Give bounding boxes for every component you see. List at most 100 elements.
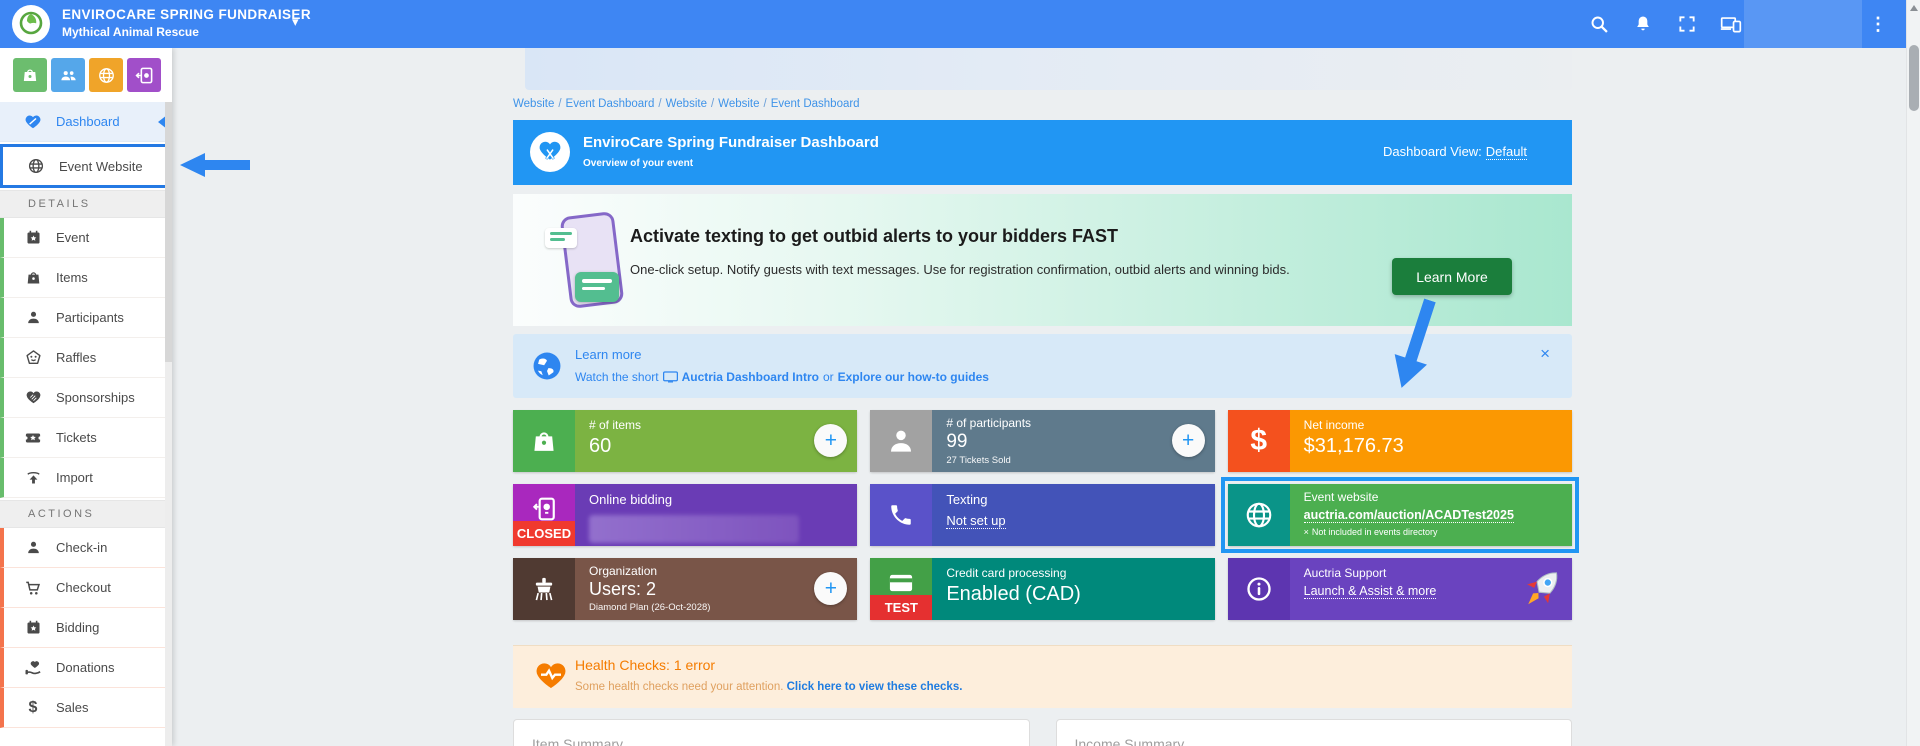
event-switcher-caret[interactable]: ▾ bbox=[292, 14, 299, 30]
quick-launch-button[interactable] bbox=[127, 58, 161, 92]
event-website-url-link[interactable]: auctria.com/auction/ACADTest2025 bbox=[1304, 508, 1514, 523]
event-name: ENVIROCARE SPRING FUNDRAISER bbox=[62, 7, 311, 22]
tile-net-income[interactable]: $ Net income $31,176.73 bbox=[1228, 410, 1572, 472]
cross-icon: × bbox=[1304, 527, 1309, 537]
shopping-bag-icon bbox=[21, 66, 39, 84]
tile-label: Texting bbox=[946, 492, 1202, 507]
envirocare-logo-icon bbox=[15, 8, 47, 40]
promo-heading: Activate texting to get outbid alerts to… bbox=[630, 226, 1118, 247]
dashboard-intro-link[interactable]: Auctria Dashboard Intro bbox=[682, 370, 819, 384]
tile-event-website[interactable]: Event website auctria.com/auction/ACADTe… bbox=[1228, 484, 1572, 546]
breadcrumb: Website/Event Dashboard/Website/Website/… bbox=[513, 98, 860, 110]
sidebar-item-event[interactable]: Event bbox=[0, 218, 172, 258]
quick-items-button[interactable] bbox=[13, 58, 47, 92]
sidebar-item-participants[interactable]: Participants bbox=[0, 298, 172, 338]
quick-website-button[interactable] bbox=[89, 58, 123, 92]
texting-status-link[interactable]: Not set up bbox=[946, 513, 1005, 529]
globe-icon bbox=[97, 66, 116, 85]
breadcrumb-link[interactable]: Event Dashboard bbox=[566, 98, 655, 110]
tile-texting[interactable]: Texting Not set up bbox=[870, 484, 1214, 546]
sidebar-item-dashboard[interactable]: Dashboard bbox=[0, 102, 172, 142]
ticket-icon bbox=[24, 429, 42, 447]
health-checks-title: Health Checks: 1 error bbox=[575, 657, 715, 673]
breadcrumb-link[interactable]: Website bbox=[718, 98, 759, 110]
sidebar-section-actions: ACTIONS bbox=[0, 500, 172, 528]
breadcrumb-link[interactable]: Website bbox=[666, 98, 707, 110]
notifications-bell-icon[interactable] bbox=[1632, 13, 1654, 35]
view-checks-link[interactable]: Click here to view these checks. bbox=[787, 681, 963, 693]
breadcrumb-link[interactable]: Website bbox=[513, 98, 554, 110]
scrollbar-up-arrow-icon[interactable] bbox=[1910, 5, 1918, 11]
sidebar-scrollbar-thumb[interactable] bbox=[165, 102, 172, 362]
tile-label: # of items bbox=[589, 418, 845, 432]
org-logo[interactable] bbox=[12, 5, 50, 43]
sidebar-item-bidding[interactable]: Bidding bbox=[0, 608, 172, 648]
tile-icon-panel bbox=[1228, 484, 1290, 546]
globe-icon bbox=[530, 349, 564, 388]
learn-more-button[interactable]: Learn More bbox=[1392, 258, 1512, 295]
learn-more-line: Watch the short Auctria Dashboard Intro … bbox=[575, 370, 989, 384]
quick-participants-button[interactable] bbox=[51, 58, 85, 92]
sidebar-item-sponsorships[interactable]: Sponsorships bbox=[0, 378, 172, 418]
close-icon[interactable]: × bbox=[1540, 344, 1550, 364]
sidebar-item-donations[interactable]: Donations bbox=[0, 648, 172, 688]
upload-arrow-icon bbox=[24, 469, 42, 487]
search-icon[interactable] bbox=[1588, 13, 1610, 35]
tile-icon-panel bbox=[1228, 558, 1290, 620]
sidebar-scrollbar[interactable] bbox=[165, 102, 172, 746]
tile-subtext: Diamond Plan (26-Oct-2028) bbox=[589, 602, 845, 613]
sidebar-item-check-in[interactable]: Check-in bbox=[0, 528, 172, 568]
promo-body: One-click setup. Notify guests with text… bbox=[630, 262, 1290, 277]
sidebar-item-raffles[interactable]: Raffles bbox=[0, 338, 172, 378]
tile-label: Event website bbox=[1304, 490, 1560, 504]
learn-more-prefix: Watch the short bbox=[575, 370, 659, 384]
sidebar-item-sales[interactable]: $ Sales bbox=[0, 688, 172, 728]
breadcrumb-separator: / bbox=[764, 98, 767, 110]
sidebar-item-label: Event Website bbox=[59, 159, 143, 174]
breadcrumb-link[interactable]: Event Dashboard bbox=[771, 98, 860, 110]
tile-organization[interactable]: Organization Users: 2 Diamond Plan (26-O… bbox=[513, 558, 857, 620]
support-launch-link[interactable]: Launch & Assist & more bbox=[1304, 584, 1437, 599]
sidebar-item-import[interactable]: Import bbox=[0, 458, 172, 498]
shopping-bag-icon bbox=[530, 427, 558, 455]
ribbon-heart-icon bbox=[530, 132, 570, 172]
page-scrollbar[interactable] bbox=[1906, 0, 1920, 746]
tile-online-bidding[interactable]: CLOSED Online bidding bbox=[513, 484, 857, 546]
tile-number-of-participants[interactable]: # of participants 99 27 Tickets Sold + bbox=[870, 410, 1214, 472]
add-participant-button[interactable]: + bbox=[1172, 424, 1205, 457]
breadcrumb-separator: / bbox=[711, 98, 714, 110]
header-titles: ENVIROCARE SPRING FUNDRAISER Mythical An… bbox=[62, 7, 311, 39]
scrollbar-thumb[interactable] bbox=[1909, 45, 1919, 111]
devices-icon[interactable] bbox=[1720, 13, 1742, 35]
header-actions: ⋮ bbox=[1588, 0, 1902, 48]
tile-label: # of participants bbox=[946, 416, 1202, 430]
sidebar-item-event-website[interactable]: Event Website bbox=[3, 147, 169, 185]
test-mode-badge: TEST bbox=[870, 595, 932, 620]
tile-number-of-items[interactable]: # of items 60 + bbox=[513, 410, 857, 472]
calendar-star-icon bbox=[24, 229, 42, 247]
person-icon bbox=[24, 309, 42, 327]
credit-card-icon bbox=[887, 569, 915, 597]
breadcrumb-separator: / bbox=[558, 98, 561, 110]
sidebar-item-checkout[interactable]: Checkout bbox=[0, 568, 172, 608]
sidebar-item-tickets[interactable]: Tickets bbox=[0, 418, 172, 458]
sidebar-item-items[interactable]: Items bbox=[0, 258, 172, 298]
page-title: EnviroCare Spring Fundraiser Dashboard bbox=[583, 134, 879, 151]
fullscreen-icon[interactable] bbox=[1676, 13, 1698, 35]
tile-note-text: Not included in events directory bbox=[1312, 527, 1438, 537]
dashboard-view-value[interactable]: Default bbox=[1486, 144, 1527, 160]
health-heart-icon bbox=[535, 660, 567, 697]
bidding-device-icon bbox=[531, 496, 557, 522]
sidebar-item-label: Import bbox=[56, 470, 93, 485]
overflow-menu-icon[interactable]: ⋮ bbox=[1868, 14, 1888, 35]
chat-bubble-small bbox=[545, 228, 577, 248]
blurred-url-area bbox=[589, 515, 799, 543]
tile-auctria-support[interactable]: Auctria Support Launch & Assist & more bbox=[1228, 558, 1572, 620]
exit-setup-icon bbox=[135, 66, 154, 85]
tile-value: $31,176.73 bbox=[1304, 435, 1560, 458]
tile-icon-panel: $ bbox=[1228, 410, 1290, 472]
tile-credit-card-processing[interactable]: TEST Credit card processing Enabled (CAD… bbox=[870, 558, 1214, 620]
how-to-guides-link[interactable]: Explore our how-to guides bbox=[838, 370, 989, 384]
sidebar-item-label: Items bbox=[56, 270, 88, 285]
status-badge: CLOSED bbox=[513, 521, 575, 546]
